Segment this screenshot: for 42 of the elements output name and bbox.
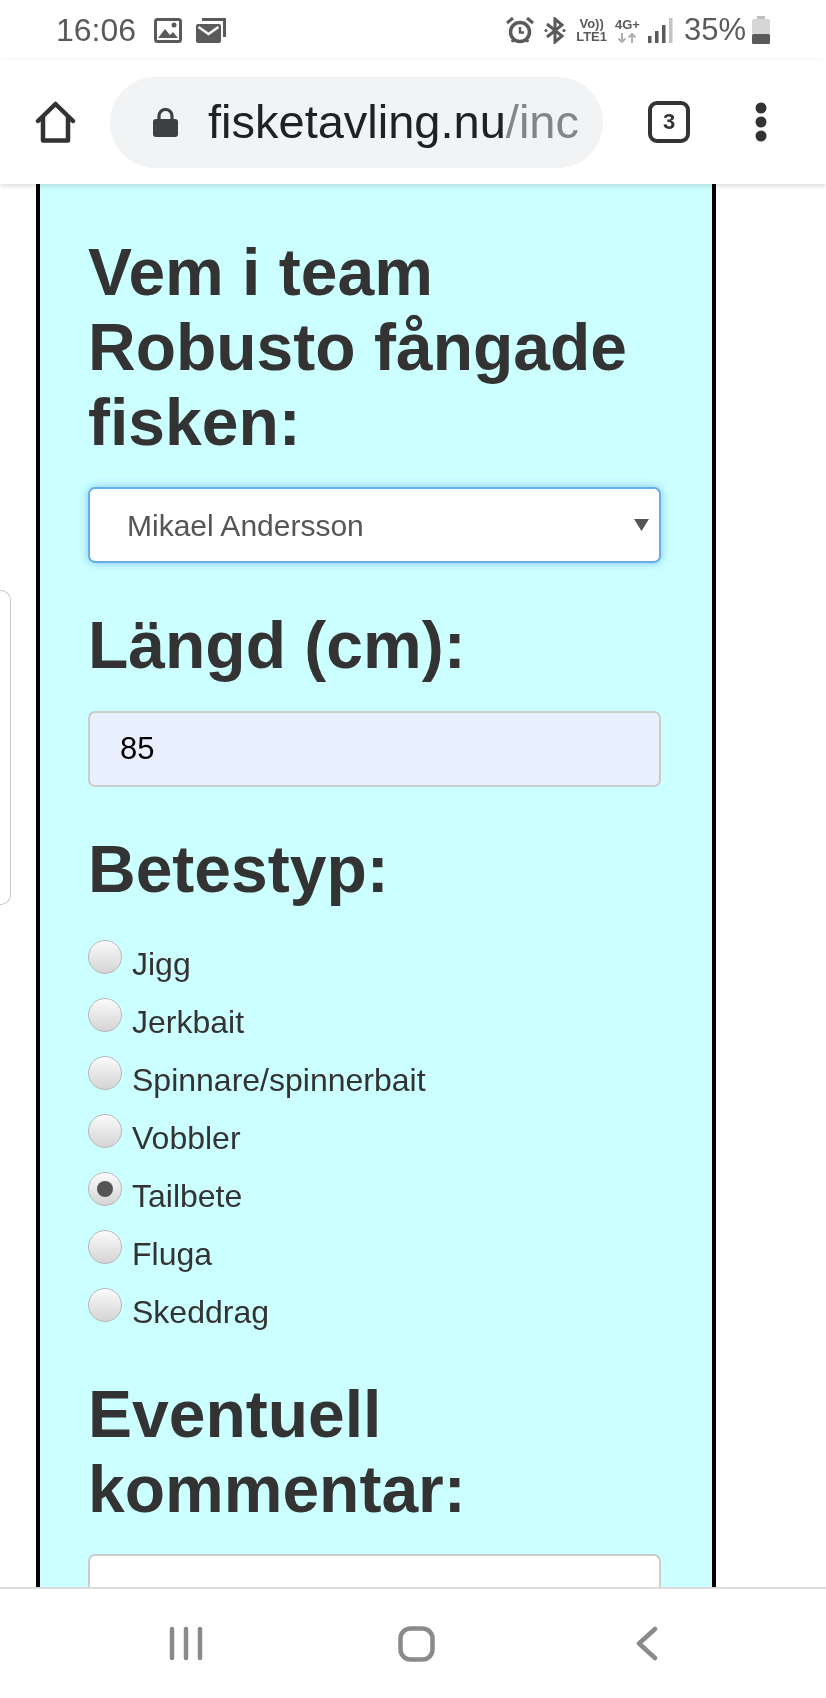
more-options-icon[interactable] [754, 102, 768, 142]
tab-switcher-button[interactable]: 3 [648, 101, 690, 143]
alarm-icon [506, 16, 535, 44]
data-arrows-icon [617, 32, 638, 43]
option-label: Spinnare/spinnerbait [132, 1061, 426, 1100]
length-input[interactable]: 85 [88, 711, 661, 787]
signal-icon [647, 17, 674, 43]
back-icon[interactable] [636, 1626, 658, 1661]
radio-button[interactable] [88, 1288, 122, 1322]
option-label: Skeddrag [132, 1293, 269, 1332]
image-icon [154, 17, 183, 43]
option-label: Jigg [132, 945, 191, 984]
radio-button[interactable] [88, 940, 122, 974]
option-label: Jerkbait [132, 1003, 245, 1042]
status-time: 16:06 [56, 12, 137, 48]
name-dropdown[interactable]: Mikael Andersson [88, 487, 661, 563]
radio-button[interactable] [88, 1056, 122, 1090]
radio-button[interactable] [88, 1172, 122, 1206]
field-label: Vem i team Robusto fångade fisken: [88, 235, 628, 460]
mail-icon [196, 17, 227, 43]
option-label: Tailbete [132, 1177, 243, 1216]
radio-button[interactable] [88, 1114, 122, 1148]
address-bar[interactable]: fisketavling.nu/inc [110, 76, 603, 168]
comment-textarea[interactable] [88, 1554, 661, 1587]
recent-apps-icon[interactable] [169, 1626, 203, 1661]
field-label: Eventuell kommentar: [88, 1377, 467, 1527]
battery-percent: 35% [683, 12, 746, 48]
bluetooth-icon [544, 16, 567, 44]
home-icon[interactable] [35, 101, 76, 143]
radio-button[interactable] [88, 1230, 122, 1264]
field-label: Längd (cm): [88, 608, 467, 683]
option-label: Fluga [132, 1235, 213, 1274]
lock-icon [153, 107, 178, 137]
option-label: Vobbler [132, 1119, 241, 1158]
radio-button[interactable] [88, 998, 122, 1032]
network-type-text: 4G+ [615, 17, 640, 31]
edge-panel-handle[interactable] [0, 590, 11, 905]
volte-text: Vo)) [579, 17, 604, 30]
lte-text: LTE1 [576, 30, 607, 43]
caret-icon [634, 519, 649, 531]
battery-icon [752, 16, 770, 44]
field-label: Betestyp: [88, 832, 390, 907]
